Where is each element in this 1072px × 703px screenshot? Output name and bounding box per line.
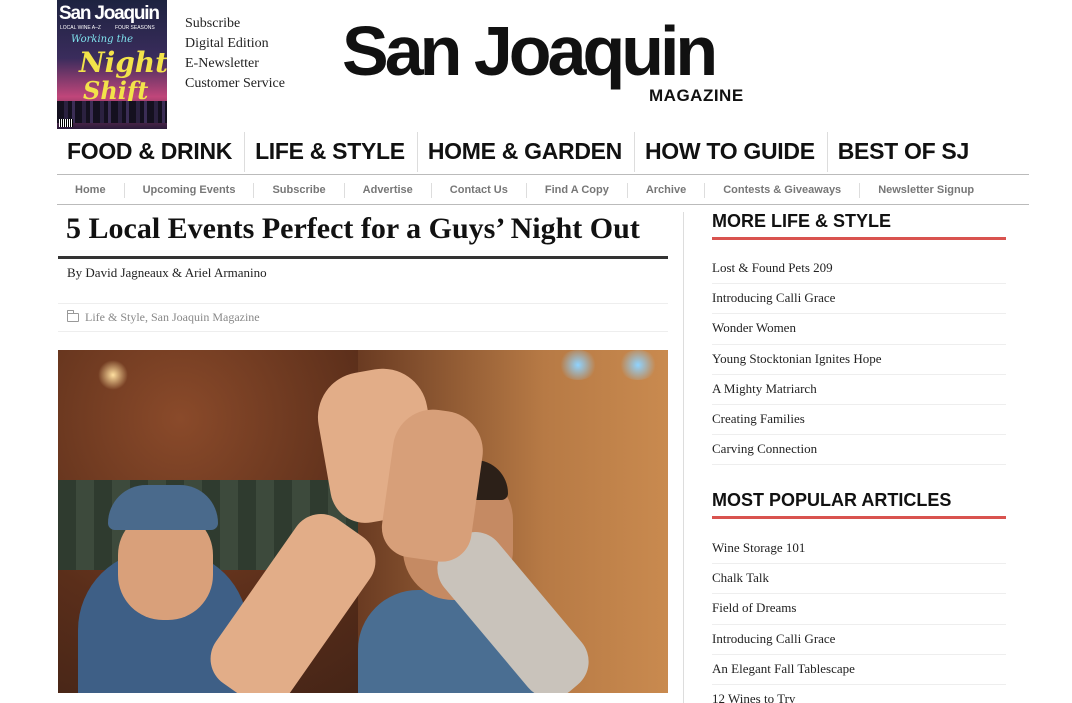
popular-item-chalk-talk[interactable]: Chalk Talk <box>712 564 1006 595</box>
popular-item-wine-storage[interactable]: Wine Storage 101 <box>712 534 1006 565</box>
nav-home-garden[interactable]: HOME & GARDEN <box>418 132 635 172</box>
article-byline: By David Jagneaux & Ariel Armanino <box>67 265 267 280</box>
top-link-customer-service[interactable]: Customer Service <box>185 74 285 94</box>
site-logo[interactable]: San Joaquin MAGAZINE <box>342 12 762 112</box>
nav-how-to-guide[interactable]: HOW TO GUIDE <box>635 132 828 172</box>
sidebar-item-introducing-calli-grace[interactable]: Introducing Calli Grace <box>712 284 1006 315</box>
sidebar-item-lost-found-pets[interactable]: Lost & Found Pets 209 <box>712 254 1006 285</box>
article-meta: Life & Style, San Joaquin Magazine <box>67 310 260 325</box>
logo-subtitle: MAGAZINE <box>649 86 744 105</box>
nav-best-of-sj[interactable]: BEST OF SJ <box>828 132 981 172</box>
cover-headline-night: Night <box>79 46 167 79</box>
title-divider <box>58 256 668 259</box>
article-title: 5 Local Events Perfect for a Guys’ Night… <box>66 212 640 245</box>
subnav-subscribe[interactable]: Subscribe <box>254 182 345 198</box>
subnav-upcoming-events[interactable]: Upcoming Events <box>125 182 255 198</box>
hero-cap <box>108 485 218 530</box>
cover-tagline-right: FOUR SEASONS <box>115 25 155 31</box>
subnav-newsletter-signup[interactable]: Newsletter Signup <box>860 183 992 198</box>
magazine-cover[interactable]: San Joaquin LOCAL WINE A–Z FOUR SEASONS … <box>57 0 167 129</box>
meta-divider-bottom <box>58 331 668 332</box>
hero-light <box>558 350 598 380</box>
subnav-contact-us[interactable]: Contact Us <box>432 182 527 198</box>
cover-script: Working the <box>71 34 134 45</box>
most-popular-list: Wine Storage 101 Chalk Talk Field of Dre… <box>712 534 1006 703</box>
more-life-style-list: Lost & Found Pets 209 Introducing Calli … <box>712 254 1006 466</box>
article-categories[interactable]: Life & Style, San Joaquin Magazine <box>85 310 260 325</box>
logo-wordmark: San Joaquin <box>342 12 718 90</box>
more-heading-rule <box>712 237 1006 240</box>
subnav-find-a-copy[interactable]: Find A Copy <box>527 182 628 198</box>
popular-item-12-wines[interactable]: 12 Wines to Try <box>712 685 1006 703</box>
subnav-home[interactable]: Home <box>57 182 125 198</box>
hero-light <box>618 350 658 380</box>
article-hero-image <box>58 350 668 693</box>
popular-heading-rule <box>712 516 1006 519</box>
hero-light <box>98 360 128 390</box>
popular-item-elegant-fall-tablescape[interactable]: An Elegant Fall Tablescape <box>712 655 1006 685</box>
cover-title: San Joaquin <box>59 3 160 24</box>
nav-food-drink[interactable]: FOOD & DRINK <box>57 132 246 172</box>
sidebar-item-creating-families[interactable]: Creating Families <box>712 405 1006 436</box>
sub-nav: Home Upcoming Events Subscribe Advertise… <box>57 176 1029 205</box>
sidebar-item-young-stocktonian[interactable]: Young Stocktonian Ignites Hope <box>712 345 1006 375</box>
nav-life-style[interactable]: LIFE & STYLE <box>245 132 418 172</box>
meta-divider-top <box>58 303 668 304</box>
sidebar-item-carving-connection[interactable]: Carving Connection <box>712 435 1006 466</box>
more-life-style-heading: MORE LIFE & STYLE <box>712 211 892 231</box>
popular-item-field-of-dreams[interactable]: Field of Dreams <box>712 594 1006 625</box>
main-nav: FOOD & DRINK LIFE & STYLE HOME & GARDEN … <box>57 130 1029 175</box>
sidebar-item-mighty-matriarch[interactable]: A Mighty Matriarch <box>712 375 1006 405</box>
most-popular-heading: MOST POPULAR ARTICLES <box>712 490 952 510</box>
barcode-icon <box>59 119 73 127</box>
column-divider <box>683 212 684 703</box>
subnav-contests-giveaways[interactable]: Contests & Giveaways <box>705 182 861 198</box>
sidebar-item-wonder-women[interactable]: Wonder Women <box>712 314 1006 345</box>
subnav-advertise[interactable]: Advertise <box>345 182 432 198</box>
top-link-e-newsletter[interactable]: E-Newsletter <box>185 54 285 74</box>
subnav-archive[interactable]: Archive <box>628 182 706 198</box>
top-link-digital-edition[interactable]: Digital Edition <box>185 34 285 54</box>
popular-item-introducing-calli-grace[interactable]: Introducing Calli Grace <box>712 625 1006 655</box>
top-link-subscribe[interactable]: Subscribe <box>185 14 285 34</box>
top-links: Subscribe Digital Edition E-Newsletter C… <box>185 14 285 94</box>
cover-tagline-left: LOCAL WINE A–Z <box>60 25 101 31</box>
folder-icon <box>67 310 79 322</box>
cover-skyline <box>57 101 167 123</box>
